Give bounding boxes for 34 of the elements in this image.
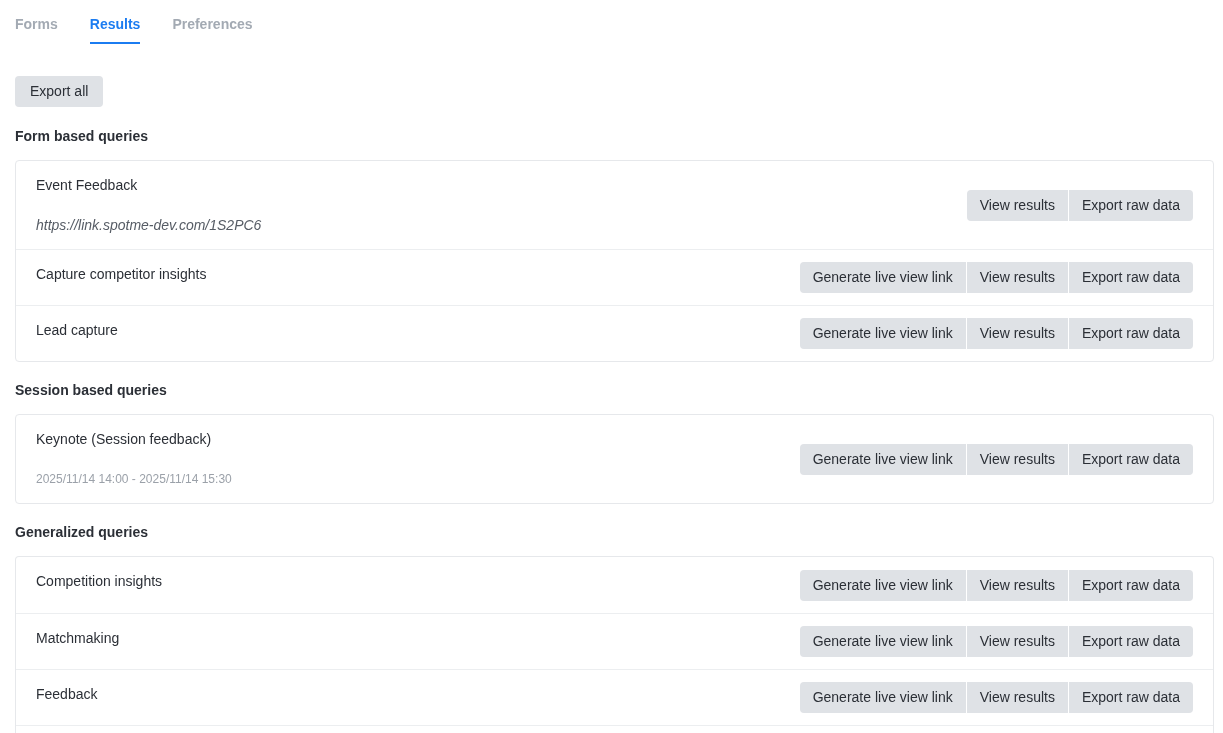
query-title: Keynote (Session feedback) [36,430,213,449]
generate-live-link-button[interactable]: Generate live view link [799,569,966,601]
section-heading: Form based queries [15,127,150,146]
generate-live-link-button[interactable]: Generate live view link [799,682,966,713]
view-results-button[interactable]: View results [966,443,1068,475]
generate-live-link-button[interactable]: Generate live view link [799,443,966,475]
form-url: https://link.spotme-dev.com/1S2PC6 [36,216,262,235]
view-results-button[interactable]: View results [966,626,1068,657]
view-results-button[interactable]: View results [966,318,1068,349]
export-raw-data-button[interactable]: Export raw data [1068,189,1193,221]
tab[interactable]: Results [89,14,141,44]
query-title: Matchmaking [36,629,120,648]
view-results-button[interactable]: View results [966,189,1068,221]
query-title: Feedback [36,685,98,704]
section-heading: Generalized queries [15,523,150,542]
generate-live-link-button[interactable]: Generate live view link [799,318,966,349]
view-results-button[interactable]: View results [966,682,1068,713]
section-heading: Session based queries [15,381,168,400]
session-time: 2025/11/14 14:00 - 2025/11/14 15:30 [36,471,232,488]
export-raw-data-button[interactable]: Export raw data [1068,626,1193,657]
export-raw-data-button[interactable]: Export raw data [1068,318,1193,349]
view-results-button[interactable]: View results [966,569,1068,601]
export-raw-data-button[interactable]: Export raw data [1068,682,1193,713]
query-title: Lead capture [36,321,118,340]
export-raw-data-button[interactable]: Export raw data [1068,262,1193,293]
export-raw-data-button[interactable]: Export raw data [1068,443,1193,475]
query-title: Capture competitor insights [36,265,207,284]
export-raw-data-button[interactable]: Export raw data [1068,569,1193,601]
query-title: Competition insights [36,572,163,591]
generate-live-link-button[interactable]: Generate live view link [799,626,966,657]
export-all-button[interactable]: Export all [15,76,104,107]
query-title: Event Feedback [36,176,139,195]
view-results-button[interactable]: View results [966,262,1068,293]
generate-live-link-button[interactable]: Generate live view link [799,262,966,293]
